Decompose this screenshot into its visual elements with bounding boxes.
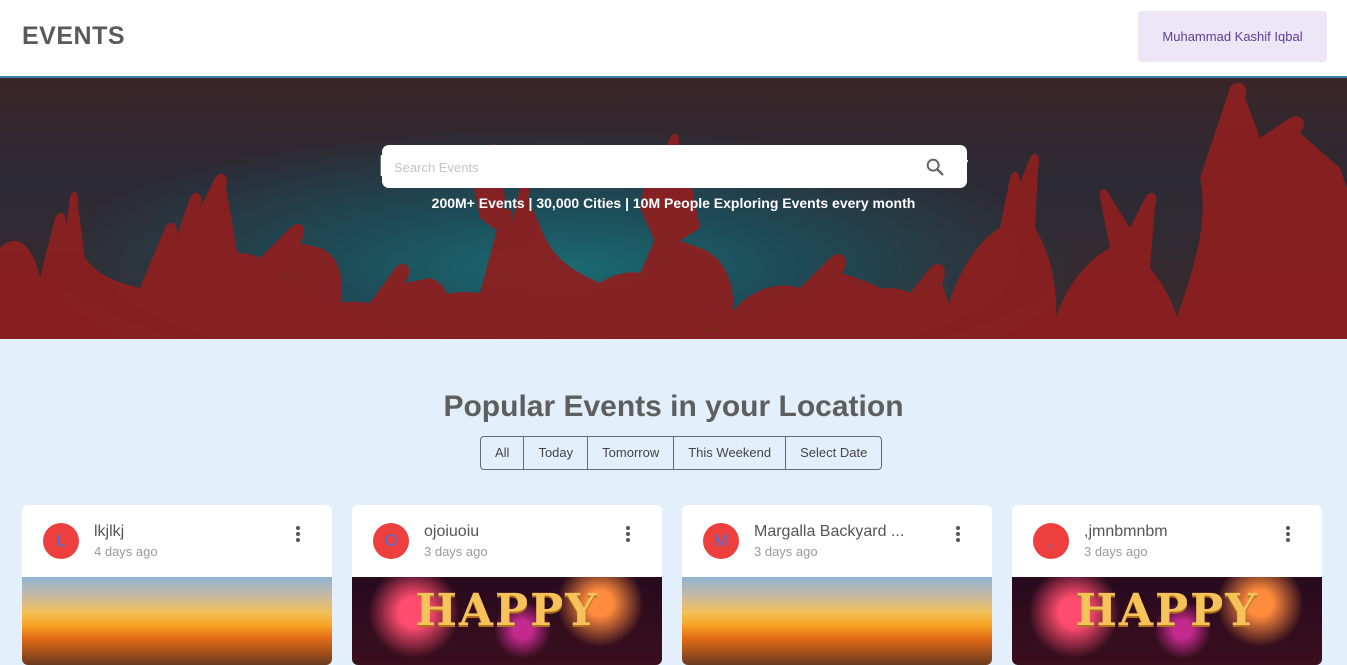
- user-profile-button[interactable]: Muhammad Kashif Iqbal: [1138, 11, 1327, 62]
- more-options-icon[interactable]: [950, 524, 966, 546]
- event-image[interactable]: HAPPY: [1012, 577, 1322, 665]
- filter-tomorrow[interactable]: Tomorrow: [588, 437, 675, 469]
- event-card[interactable]: L lkjlkj 4 days ago: [22, 505, 332, 665]
- event-time: 3 days ago: [424, 544, 488, 559]
- event-title[interactable]: ,jmnbmnbm: [1084, 523, 1274, 541]
- event-image-text: HAPPY: [415, 585, 599, 636]
- event-title[interactable]: Margalla Backyard ...: [754, 523, 944, 541]
- search-input[interactable]: [392, 145, 916, 190]
- more-options-icon[interactable]: [620, 524, 636, 546]
- event-title[interactable]: lkjlkj: [94, 523, 284, 541]
- more-options-icon[interactable]: [1280, 524, 1296, 546]
- search-box: [382, 145, 967, 190]
- brand-logo[interactable]: EVENTS: [22, 22, 125, 51]
- date-filter-group: All Today Tomorrow This Weekend Select D…: [480, 436, 883, 470]
- event-card[interactable]: , ,jmnbmnbm 3 days ago HAPPY: [1012, 505, 1322, 665]
- event-card[interactable]: O ojoiuoiu 3 days ago HAPPY: [352, 505, 662, 665]
- event-image[interactable]: HAPPY: [352, 577, 662, 665]
- search-icon[interactable]: [924, 156, 946, 178]
- avatar: O: [373, 523, 409, 559]
- event-time: 4 days ago: [94, 544, 158, 559]
- event-time: 3 days ago: [1084, 544, 1148, 559]
- popular-events-heading: Popular Events in your Location: [443, 390, 904, 423]
- filter-today[interactable]: Today: [524, 437, 589, 469]
- filter-all[interactable]: All: [481, 437, 525, 469]
- filter-select-date[interactable]: Select Date: [786, 437, 881, 469]
- event-card[interactable]: M Margalla Backyard ... 3 days ago: [682, 505, 992, 665]
- filter-this-weekend[interactable]: This Weekend: [674, 437, 787, 469]
- hero-subtitle: 200M+ Events | 30,000 Cities | 10M Peopl…: [431, 195, 916, 211]
- event-image-text: HAPPY: [1075, 585, 1259, 636]
- top-navbar: EVENTS Muhammad Kashif Iqbal: [0, 0, 1347, 78]
- event-image[interactable]: [682, 577, 992, 665]
- hero-banner: Discover Events Happening in Your City 2…: [0, 78, 1347, 339]
- more-options-icon[interactable]: [290, 524, 306, 546]
- avatar: M: [703, 523, 739, 559]
- avatar: ,: [1033, 523, 1069, 559]
- event-time: 3 days ago: [754, 544, 818, 559]
- event-image[interactable]: [22, 577, 332, 665]
- event-title[interactable]: ojoiuoiu: [424, 523, 614, 541]
- avatar: L: [43, 523, 79, 559]
